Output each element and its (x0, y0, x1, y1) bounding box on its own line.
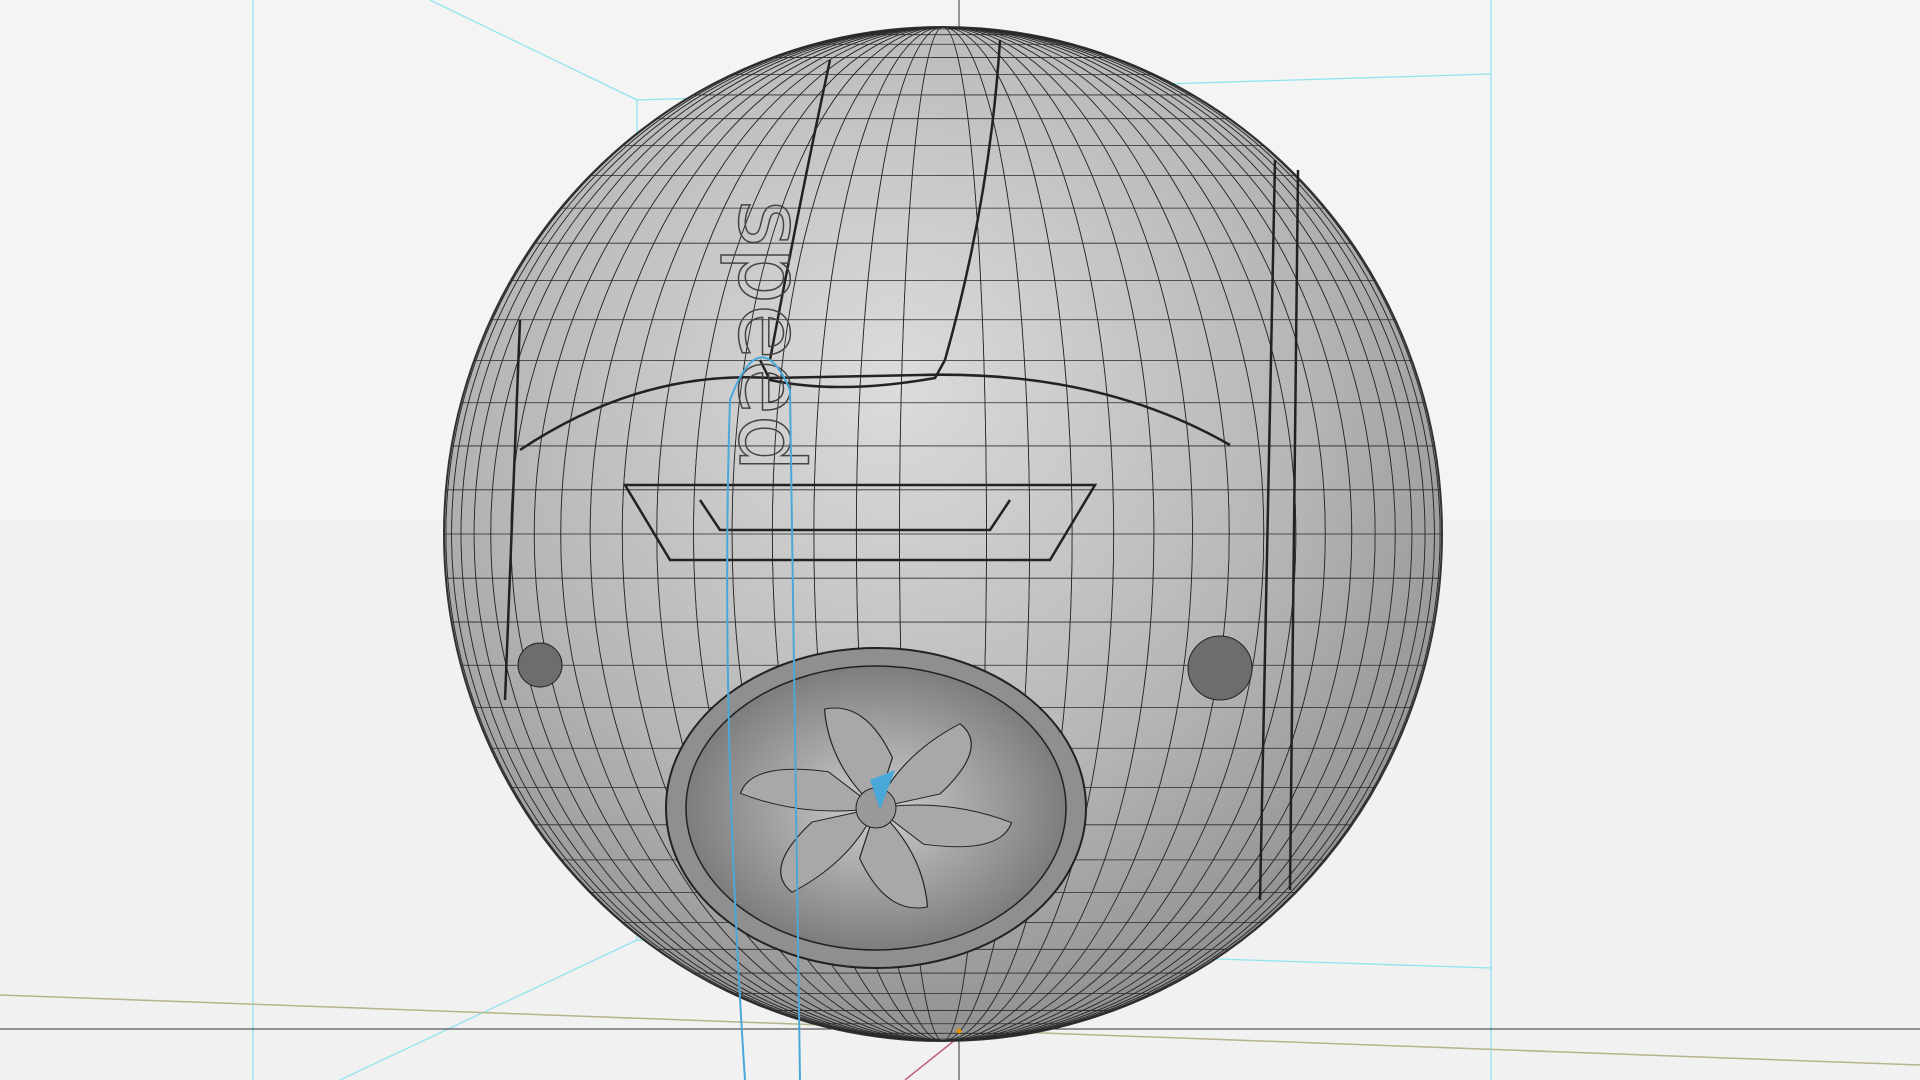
right-port (1187, 635, 1253, 701)
embossed-logo: speed (718, 200, 823, 472)
3d-viewport[interactable]: speed (0, 0, 1920, 1080)
origin-point (956, 1028, 962, 1034)
left-port (517, 642, 563, 688)
